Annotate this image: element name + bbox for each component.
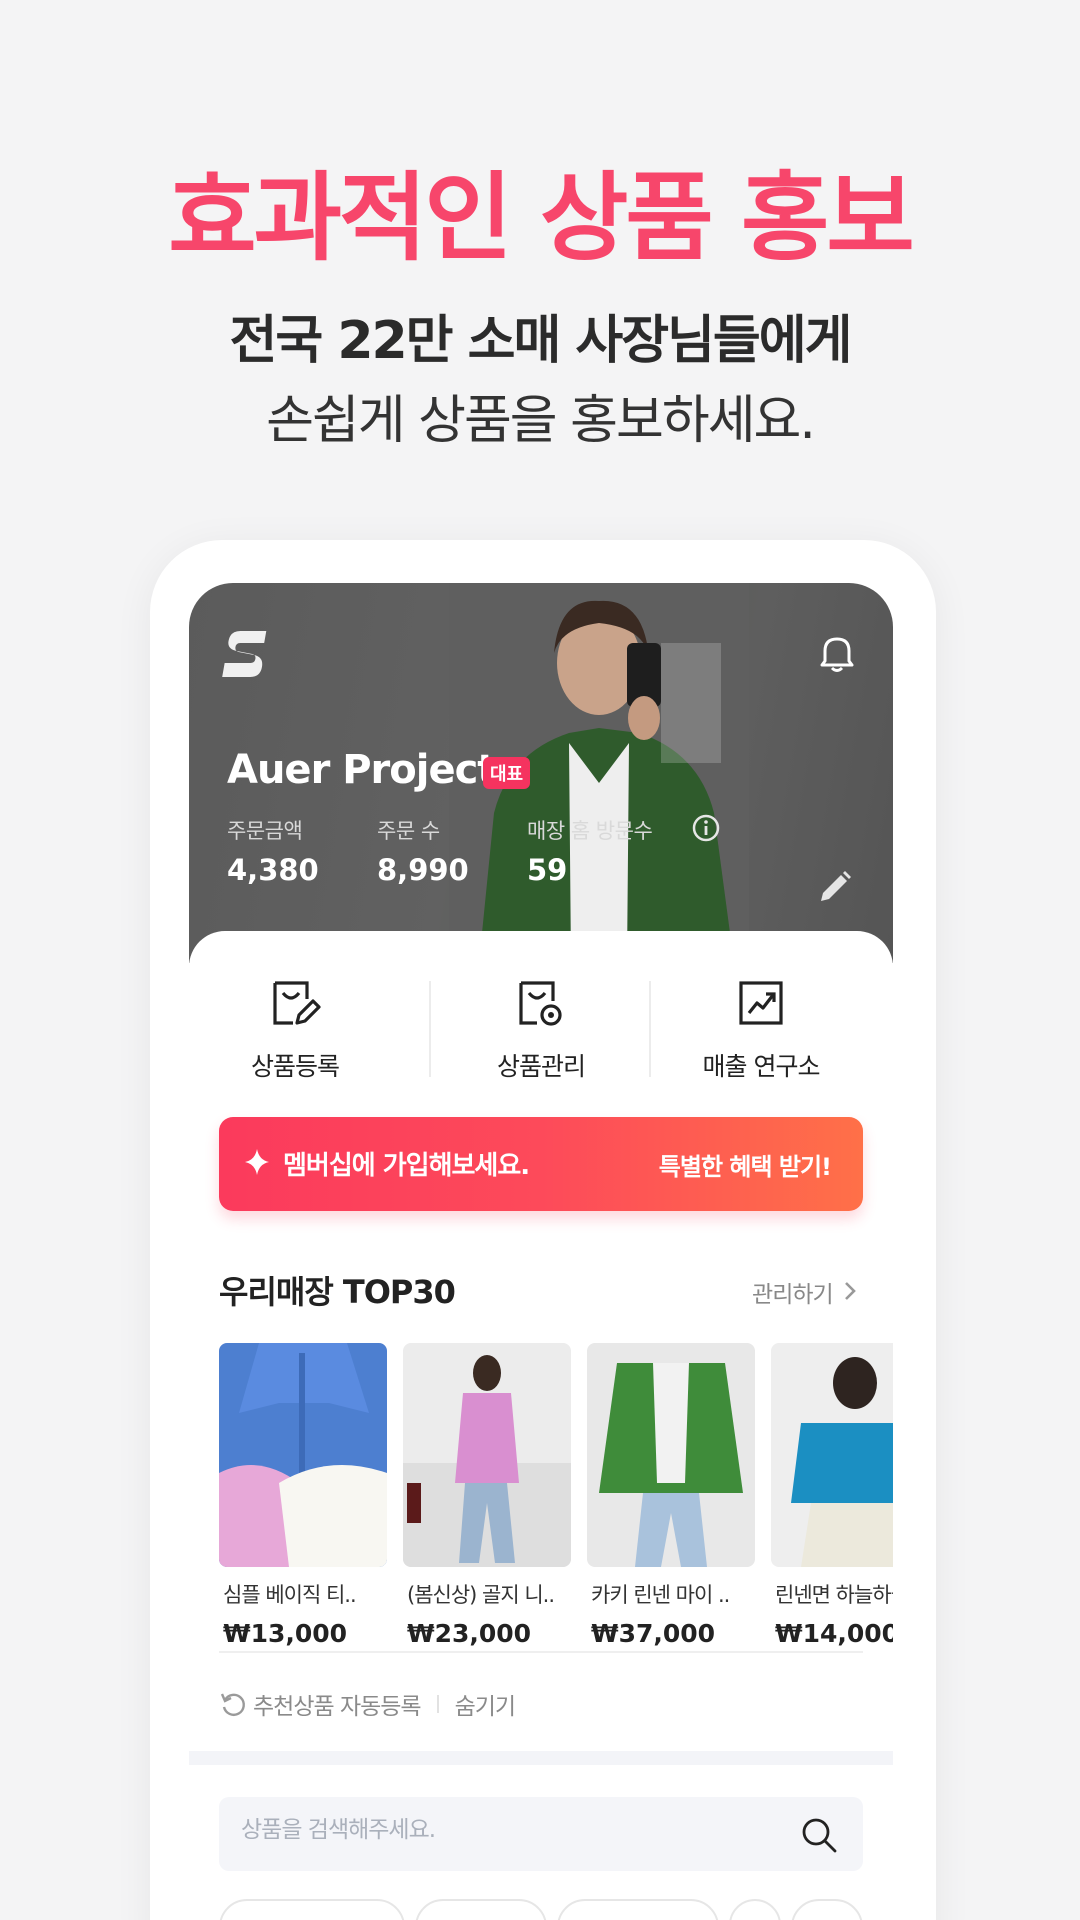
- divider: [429, 981, 431, 1077]
- refresh-icon[interactable]: [219, 1690, 247, 1718]
- product-register-icon: [273, 981, 321, 1025]
- membership-banner[interactable]: 멤버십에 가입해보세요. 특별한 혜택 받기!: [219, 1117, 863, 1211]
- filter-chip[interactable]: [729, 1899, 781, 1920]
- product-manage-icon: [519, 981, 562, 1026]
- stat-label: 주문금액: [227, 819, 303, 843]
- product-name: 린넨면 하늘하늘: [775, 1583, 893, 1607]
- membership-text: 멤버십에 가입해보세요.: [283, 1151, 530, 1181]
- stat-label: 주문 수: [377, 819, 440, 843]
- product-name: 카키 린넨 마이 ..: [591, 1583, 730, 1607]
- stat-label: 매장 홈 방문수: [527, 819, 653, 843]
- quick-action-label: 매출 연구소: [702, 1052, 821, 1081]
- auto-register-row: 추천상품 자동등록 숨기기: [219, 1687, 516, 1721]
- product-name: 심플 베이직 티..: [223, 1583, 357, 1607]
- stat-value: 4,380: [227, 853, 319, 887]
- auto-register-button[interactable]: 추천상품 자동등록: [253, 1687, 422, 1721]
- quick-action-label: 상품관리: [496, 1052, 586, 1081]
- product-price: ₩14,000: [775, 1619, 893, 1648]
- quick-action-label: 상품등록: [250, 1052, 340, 1081]
- product-image: [219, 1343, 387, 1567]
- store-header: Auer Project 대표 주문금액 4,380 주문 수 8,990 매장…: [189, 583, 893, 963]
- info-icon[interactable]: [691, 813, 721, 843]
- filter-chip[interactable]: [791, 1899, 863, 1920]
- sales-lab-icon: [739, 981, 783, 1025]
- product-card[interactable]: 카키 린넨 마이 .. ₩37,000: [587, 1343, 755, 1648]
- top30-product-list: 심플 베이직 티.. ₩13,000 (봄신상) 골지 니.. ₩23,000: [219, 1343, 893, 1683]
- chevron-right-icon: [845, 1282, 856, 1300]
- edit-pencil-icon[interactable]: [817, 869, 853, 905]
- quick-action-product-register[interactable]: 상품등록: [205, 979, 385, 1083]
- manage-link[interactable]: 관리하기: [752, 1275, 857, 1309]
- stat-order-amount: 주문금액 4,380: [227, 815, 319, 887]
- product-price: ₩37,000: [591, 1619, 716, 1648]
- filter-chips: [219, 1899, 863, 1920]
- top30-title: 우리매장 TOP30: [219, 1273, 456, 1311]
- quick-action-product-manage[interactable]: 상품관리: [451, 979, 631, 1083]
- app-screen: Auer Project 대표 주문금액 4,380 주문 수 8,990 매장…: [189, 583, 893, 1920]
- filter-chip[interactable]: [219, 1899, 405, 1920]
- notification-bell-icon[interactable]: [819, 633, 855, 673]
- filter-chip[interactable]: [415, 1899, 547, 1920]
- filter-chip[interactable]: [557, 1899, 719, 1920]
- product-card[interactable]: 심플 베이직 티.. ₩13,000: [219, 1343, 387, 1648]
- hide-button[interactable]: 숨기기: [455, 1687, 516, 1721]
- product-price: ₩13,000: [223, 1619, 348, 1648]
- search-icon[interactable]: [799, 1815, 839, 1855]
- promo-subtitle-bold: 전국 22만 소매 사장님들에게: [229, 311, 853, 371]
- search-input[interactable]: [241, 1817, 761, 1843]
- stat-store-visits: 매장 홈 방문수 59: [527, 815, 653, 887]
- product-price: ₩23,000: [407, 1619, 532, 1648]
- stat-order-count: 주문 수 8,990: [377, 815, 469, 887]
- product-card[interactable]: (봄신상) 골지 니.. ₩23,000: [403, 1343, 571, 1648]
- divider: [219, 1651, 863, 1653]
- product-search-bar: [219, 1797, 863, 1871]
- quick-action-sales-lab[interactable]: 매출 연구소: [671, 979, 851, 1083]
- product-card[interactable]: 린넨면 하늘하늘 ₩14,000: [771, 1343, 893, 1648]
- main-store-badge: 대표: [483, 757, 531, 789]
- section-divider: [189, 1751, 893, 1765]
- promo-title: 효과적인 상품 홍보: [168, 162, 914, 274]
- product-image: [771, 1343, 893, 1567]
- divider: [436, 1695, 439, 1713]
- store-name: Auer Project: [227, 747, 496, 793]
- stat-value: 8,990: [377, 853, 469, 887]
- dashboard-content: 상품등록 상품관리 매출 연구소 멤버십에 가입해보세요. 특별한 혜택 받기!…: [189, 931, 893, 1920]
- promo-subtitle: 손쉽게 상품을 홍보하세요.: [266, 391, 816, 451]
- stat-value: 59: [527, 853, 568, 887]
- product-name: (봄신상) 골지 니..: [407, 1583, 555, 1607]
- divider: [649, 981, 651, 1077]
- manage-link-label: 관리하기: [752, 1282, 834, 1308]
- product-image: [587, 1343, 755, 1567]
- membership-cta: 특별한 혜택 받기!: [658, 1153, 832, 1181]
- product-image: [403, 1343, 571, 1567]
- sparkle-icon: [245, 1149, 269, 1175]
- app-logo-icon: [222, 631, 267, 677]
